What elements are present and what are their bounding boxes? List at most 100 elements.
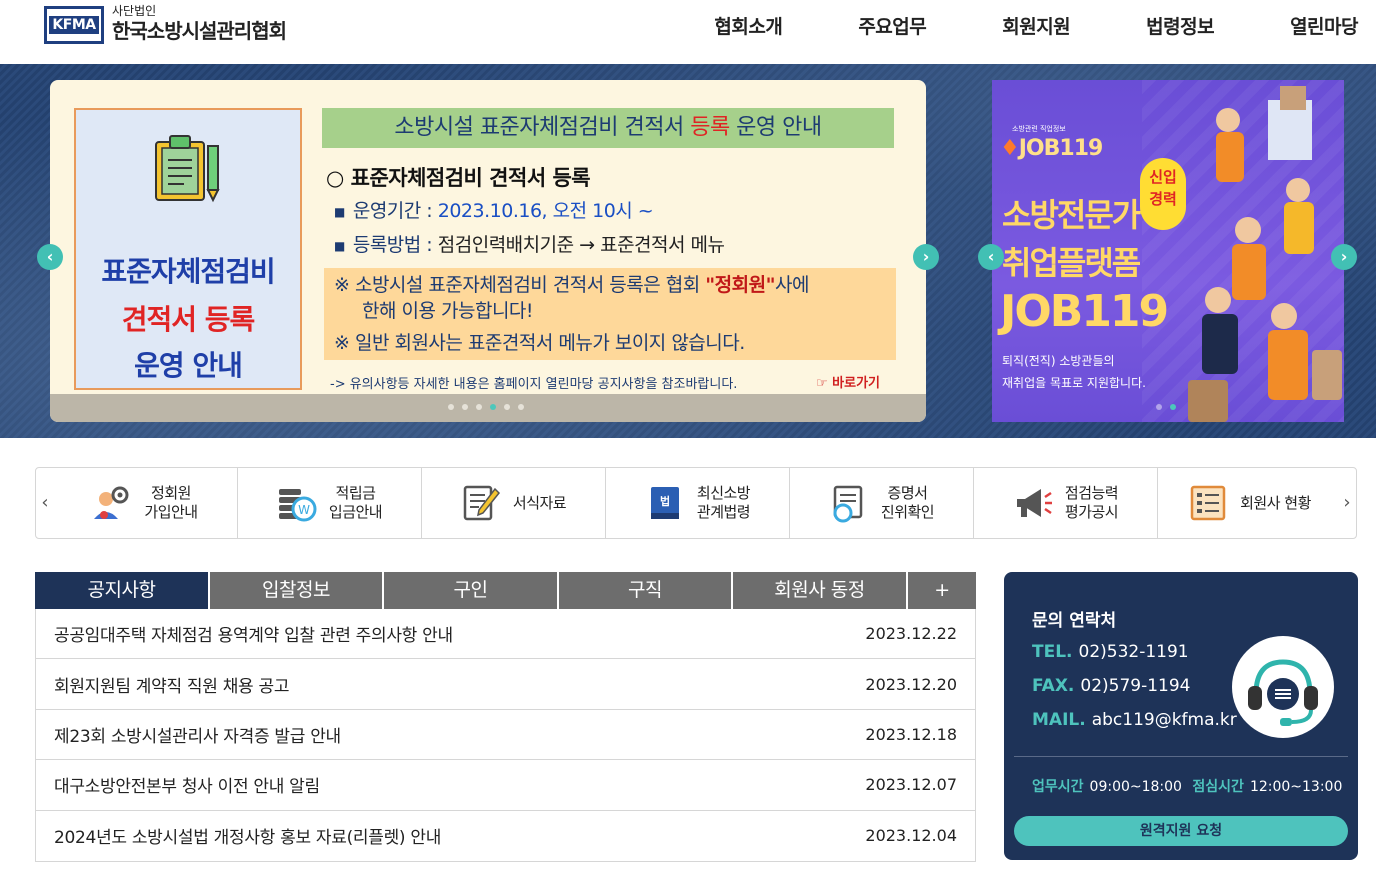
- nav-item-member-support[interactable]: 회원지원: [1002, 12, 1070, 39]
- list-item[interactable]: 공공임대주택 자체점검 용역계약 입찰 관련 주의사항 안내 2023.12.22: [36, 609, 975, 660]
- board-tabs: 공지사항 입찰정보 구인 구직 회원사 동정 +: [35, 572, 976, 609]
- banner-headline1: 소방전문가: [1002, 196, 1141, 234]
- quick-item-latest-law[interactable]: 법 최신소방 관계법령: [605, 468, 789, 538]
- pagination-dot[interactable]: [1156, 404, 1162, 410]
- pagination-dot[interactable]: [518, 404, 524, 410]
- banner-next-button[interactable]: ›: [1331, 244, 1357, 270]
- quick-label: 적립금 입금안내: [328, 484, 383, 521]
- list-item[interactable]: 대구소방안전본부 청사 이전 안내 알림 2023.12.07: [36, 760, 975, 811]
- fax-label: FAX.: [1032, 676, 1075, 696]
- quick-label: 회원사 현황: [1240, 493, 1311, 512]
- notice-date: 2023.12.18: [865, 724, 957, 744]
- job119-banner[interactable]: 소방관련 직업정보 ♦JOB119 소방전문가 취업플랫폼 JOB119 퇴직(…: [992, 80, 1344, 422]
- quick-label: 서식자료: [512, 493, 567, 512]
- hours-label: 업무시간: [1032, 779, 1084, 795]
- quick-item-member-status[interactable]: 회원사 현황: [1157, 468, 1341, 538]
- form-pencil-icon: [463, 485, 500, 521]
- banner-pagination: [1156, 404, 1184, 410]
- hours-value: 09:00~18:00: [1089, 779, 1182, 795]
- banner-small-text: 소방관련 직업정보: [1012, 125, 1066, 133]
- tab-member-news[interactable]: 회원사 동정: [733, 572, 906, 609]
- remote-support-button[interactable]: 원격지원 요청: [1014, 816, 1348, 846]
- mail-value[interactable]: abc119@kfma.kr: [1092, 710, 1237, 730]
- slide-shortcut-link[interactable]: ☞ 바로가기: [816, 372, 880, 391]
- contact-panel: 문의 연락처 TEL. 02)532-1191 FAX. 02)579-1194 M…: [1004, 572, 1358, 860]
- pagination-dot[interactable]: [1170, 404, 1176, 410]
- tab-bids[interactable]: 입찰정보: [210, 572, 382, 609]
- quick-item-evaluation[interactable]: 점검능력 평가공시: [973, 468, 1157, 538]
- page: KFMA 사단법인 한국소방시설관리협회 협회소개 주요업무 회원지원 법령정보…: [0, 0, 1376, 877]
- banner-headline2: 취업플랫폼: [1002, 244, 1141, 282]
- nav-item-about[interactable]: 협회소개: [714, 12, 782, 39]
- slide-note3: ※ 일반 회원사는 표준견적서 메뉴가 보이지 않습니다.: [334, 332, 745, 354]
- slide-note1: ※ 소방시설 표준자체점검비 견적서 등록은 협회 "정회원"사에: [334, 272, 886, 298]
- notice-title: 대구소방안전본부 청사 이전 안내 알림: [54, 777, 320, 798]
- notice-date: 2023.12.20: [865, 674, 957, 694]
- svg-text:법: 법: [660, 494, 670, 508]
- tab-hiring[interactable]: 구인: [384, 572, 557, 609]
- lunch-label: 점심시간: [1192, 779, 1244, 795]
- quick-menu-prev-button[interactable]: ‹: [36, 468, 54, 538]
- quick-menu: ‹ 정회원 가입안내 W 적립금 입금안내 서식자료 법 최신소방 관계법령 증…: [35, 467, 1357, 539]
- list-item[interactable]: 2024년도 소방시설법 개정사항 홍보 자료(리플렛) 안내 2023.12.0…: [36, 811, 975, 861]
- slide-title-c: 운영 안내: [729, 115, 822, 140]
- pagination-dot[interactable]: [490, 404, 496, 410]
- pagination-dot[interactable]: [504, 404, 510, 410]
- quick-menu-next-button[interactable]: ›: [1338, 468, 1356, 538]
- tab-job-seeking[interactable]: 구직: [559, 572, 731, 609]
- slide-line-period: ■ 운영기간 : 2023.10.16, 오전 10시 ~: [334, 196, 654, 223]
- bullet-icon: ■: [334, 238, 345, 253]
- nav-item-law[interactable]: 법령정보: [1146, 12, 1214, 39]
- main-nav: 협회소개 주요업무 회원지원 법령정보 열린마당: [638, 12, 1358, 39]
- slide-left-line1: 표준자체점검비: [101, 255, 275, 288]
- pagination-dot[interactable]: [448, 404, 454, 410]
- list-item[interactable]: 제23회 소방시설관리사 자격증 발급 안내 2023.12.18: [36, 710, 975, 761]
- list-board-icon: [1190, 485, 1226, 521]
- notice-title: 공공임대주택 자체점검 용역계약 입찰 관련 주의사항 안내: [54, 626, 453, 647]
- tel-label: TEL.: [1032, 642, 1073, 662]
- tab-notice[interactable]: 공지사항: [35, 572, 208, 609]
- slide-pagination: [448, 404, 532, 410]
- slide-next-button[interactable]: ›: [913, 244, 939, 270]
- quick-item-reserve-fund[interactable]: W 적립금 입금안내: [237, 468, 421, 538]
- bullet-icon: ■: [334, 204, 345, 219]
- method-value: 점검인력배치기준 → 표준견적서 메뉴: [437, 234, 725, 256]
- main-slide[interactable]: 표준자체점검비 견적서 등록 운영 안내 소방시설 표준자체점검비 견적서 등록…: [50, 80, 926, 422]
- contact-tel: TEL. 02)532-1191: [1032, 642, 1189, 662]
- contact-mail: MAIL. abc119@kfma.kr: [1032, 710, 1237, 730]
- quick-item-membership[interactable]: 정회원 가입안내: [53, 468, 237, 538]
- list-item[interactable]: 회원지원팀 계약직 직원 채용 공고 2023.12.20: [36, 659, 975, 710]
- certificate-check-icon: [833, 485, 863, 523]
- slide-note2: 한해 이용 가능합니다!: [362, 300, 534, 322]
- slide-heading: ○ 표준자체점검비 견적서 등록: [326, 166, 591, 190]
- nav-item-open-forum[interactable]: 열린마당: [1290, 12, 1358, 39]
- banner-prev-button[interactable]: ‹: [978, 244, 1004, 270]
- quick-item-certificate[interactable]: 증명서 진위확인: [789, 468, 973, 538]
- flame-icon: ♦: [1000, 136, 1020, 161]
- notice-title: 제23회 소방시설관리사 자격증 발급 안내: [54, 726, 341, 747]
- headset-badge: [1232, 636, 1334, 738]
- slide-line-method: ■ 등록방법 : 점검인력배치기준 → 표준견적서 메뉴: [334, 230, 725, 257]
- nav-item-business[interactable]: 주요업무: [858, 12, 926, 39]
- megaphone-icon: [1016, 489, 1052, 517]
- notice-title: 2024년도 소방시설법 개정사항 홍보 자료(리플렛) 안내: [54, 828, 442, 849]
- firefighters-illustration-icon: [1188, 86, 1342, 422]
- user-gear-icon: [94, 486, 129, 519]
- lunch-value: 12:00~13:00: [1249, 779, 1343, 795]
- slide-left-line3: 운영 안내: [134, 349, 243, 382]
- headset-icon: [1248, 659, 1318, 726]
- slide-prev-button[interactable]: ‹: [37, 244, 63, 270]
- period-label: 운영기간 :: [352, 200, 438, 222]
- pagination-dot[interactable]: [462, 404, 468, 410]
- pagination-dot[interactable]: [476, 404, 482, 410]
- clipboard-icon: [155, 135, 220, 203]
- notice-date: 2023.12.22: [865, 624, 957, 644]
- quick-label: 점검능력 평가공시: [1064, 484, 1119, 521]
- notice-date: 2023.12.04: [865, 826, 957, 846]
- quick-label: 최신소방 관계법령: [696, 484, 751, 521]
- quick-item-forms[interactable]: 서식자료: [421, 468, 605, 538]
- fax-value: 02)579-1194: [1080, 676, 1191, 696]
- job119-logo: ♦JOB119: [1000, 136, 1103, 161]
- tab-more-button[interactable]: +: [908, 572, 976, 609]
- logo[interactable]: KFMA 사단법인 한국소방시설관리협회: [44, 5, 287, 44]
